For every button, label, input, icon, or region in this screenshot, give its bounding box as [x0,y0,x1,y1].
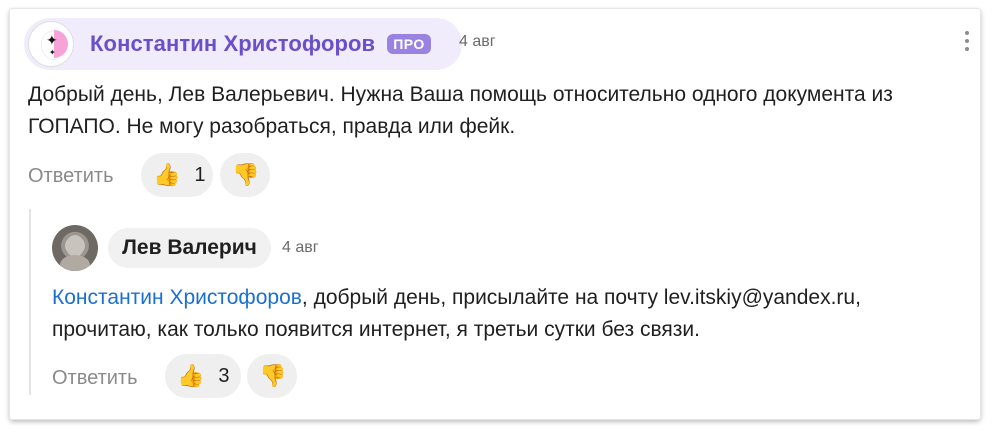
reply-date: 4 авг [282,239,319,256]
thumbs-up-icon: 👍 [153,162,181,187]
more-vertical-icon[interactable] [964,31,970,51]
like-button[interactable]: 👍 1 [141,153,213,197]
reply-dislike-button[interactable]: 👎 [247,354,297,398]
comment-date: 4 авг [459,33,496,50]
reply-text: Константин Христофоров, добрый день, при… [52,286,861,341]
reply-author-name[interactable]: Лев Валерич [122,236,257,260]
like-count: 1 [194,163,206,186]
thumbs-down-icon: 👎 [259,363,287,388]
thumbs-up-icon: 👍 [177,363,205,388]
reply-button[interactable]: Ответить [28,165,114,188]
reply-like-button[interactable]: 👍 3 [165,354,241,398]
author-avatar[interactable]: ✦ ✦ [28,21,74,67]
reply-like-count: 3 [218,364,230,387]
thumbs-down-icon: 👎 [232,162,260,187]
comment-author-name[interactable]: Константин Христофоров [90,31,375,57]
comment-card: ✦ ✦ Константин Христофоров ПРО 4 авг Доб… [10,9,980,419]
dislike-button[interactable]: 👎 [220,153,270,197]
reply-reply-button[interactable]: Ответить [52,367,138,390]
comment-author-chip[interactable]: ✦ ✦ Константин Христофоров ПРО [24,18,462,70]
thread-line [29,209,31,395]
reply-author-avatar[interactable] [52,225,98,271]
pro-badge: ПРО [387,34,431,54]
reply-author-chip[interactable]: Лев Валерич [108,228,271,268]
mention-link[interactable]: Константин Христофоров [52,286,302,309]
comment-text: Добрый день, Лев Валерьевич. Нужна Ваша … [28,83,893,138]
